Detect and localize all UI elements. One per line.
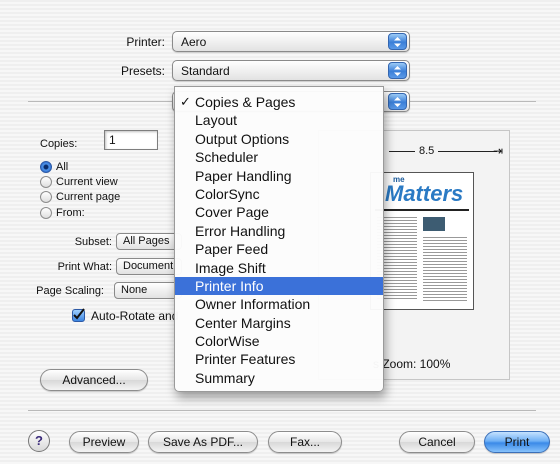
radio-current-view-label: Current view: [56, 176, 118, 188]
menu-item-label: Paper Handling: [195, 167, 292, 184]
menu-item-label: ColorWise: [195, 333, 260, 350]
newsletter-rule: [375, 209, 469, 211]
menu-item-layout[interactable]: Layout: [175, 111, 383, 129]
auto-rotate-checkbox[interactable]: [72, 308, 85, 322]
subset-popup[interactable]: All Pages: [116, 233, 182, 250]
radio-from[interactable]: [40, 207, 52, 219]
menu-item-scheduler[interactable]: Scheduler: [175, 148, 383, 166]
menu-item-label: Summary: [195, 369, 255, 386]
menu-item-colorwise[interactable]: ColorWise: [175, 332, 383, 350]
help-button[interactable]: ?: [28, 430, 50, 452]
save-as-pdf-button[interactable]: Save As PDF...: [148, 431, 258, 453]
subset-value: All Pages: [123, 235, 170, 247]
printer-label: Printer:: [126, 35, 165, 49]
print-what-popup[interactable]: Document: [116, 258, 182, 275]
menu-item-cover-page[interactable]: Cover Page: [175, 203, 383, 221]
radio-current-view[interactable]: [40, 176, 52, 188]
newsletter-text-block: [423, 235, 467, 301]
printer-popup[interactable]: Aero: [172, 31, 410, 52]
menu-item-label: Printer Info: [195, 277, 264, 294]
page-scaling-label: Page Scaling:: [36, 285, 104, 297]
menu-item-printer-features[interactable]: Printer Features: [175, 350, 383, 368]
newsletter-image: [423, 217, 445, 231]
menu-item-colorsync[interactable]: ColorSync: [175, 185, 383, 203]
radio-from-label: From:: [56, 207, 85, 219]
stepper-icon: [388, 93, 407, 110]
stepper-icon: [388, 33, 407, 50]
printer-value: Aero: [181, 35, 207, 49]
copies-label: Copies:: [40, 138, 78, 150]
menu-item-paper-feed[interactable]: Paper Feed: [175, 240, 383, 258]
menu-item-image-shift[interactable]: Image Shift: [175, 259, 383, 277]
panel-menu[interactable]: ✓ Copies & Pages Layout Output Options Sc…: [174, 86, 384, 392]
presets-popup[interactable]: Standard: [172, 60, 410, 81]
width-label: 8.5: [415, 145, 439, 157]
menu-item-output-options[interactable]: Output Options: [175, 130, 383, 148]
menu-item-label: Paper Feed: [195, 241, 269, 258]
presets-value: Standard: [181, 64, 230, 78]
menu-item-error-handling[interactable]: Error Handling: [175, 222, 383, 240]
fax-button[interactable]: Fax...: [268, 431, 342, 453]
radio-all[interactable]: [40, 161, 52, 173]
print-what-label: Print What:: [57, 261, 112, 273]
menu-item-label: Scheduler: [195, 149, 259, 166]
menu-item-label: Printer Features: [195, 351, 296, 368]
checkmark-icon: ✓: [180, 94, 191, 109]
radio-all-label: All: [56, 161, 69, 173]
print-what-value: Document: [123, 260, 174, 272]
print-button[interactable]: Print: [484, 431, 550, 453]
auto-rotate-label: Auto-Rotate and: [91, 309, 179, 323]
width-arrow: [389, 151, 497, 152]
newsletter-brand: Matters: [385, 181, 464, 206]
preview-button[interactable]: Preview: [69, 431, 139, 453]
menu-item-label: Layout: [195, 112, 238, 129]
radio-current-page[interactable]: [40, 191, 52, 203]
bottom-separator: [28, 410, 536, 411]
menu-item-label: Output Options: [195, 130, 290, 147]
page-scaling-popup[interactable]: None: [114, 282, 182, 299]
menu-item-label: Cover Page: [195, 204, 269, 221]
subset-label: Subset:: [74, 236, 112, 248]
menu-item-label: Error Handling: [195, 222, 286, 239]
menu-item-label: Copies & Pages: [195, 94, 296, 110]
zoom-label: s Zoom: 100%: [373, 357, 451, 371]
menu-item-printer-info[interactable]: Printer Info: [175, 276, 383, 296]
menu-item-summary[interactable]: Summary: [175, 369, 383, 387]
page-scaling-value: None: [121, 284, 148, 296]
stepper-icon: [388, 62, 407, 79]
menu-item-owner-information[interactable]: Owner Information: [175, 295, 383, 313]
menu-item-center-margins[interactable]: Center Margins: [175, 314, 383, 332]
preview-page: me Matters: [370, 172, 474, 310]
menu-item-paper-handling[interactable]: Paper Handling: [175, 167, 383, 185]
menu-item-label: Center Margins: [195, 314, 291, 331]
advanced-button[interactable]: Advanced...: [40, 369, 148, 391]
checkmark-icon: [73, 308, 85, 320]
arrow-right-icon: ⇥: [493, 144, 504, 158]
menu-item-label: ColorSync: [195, 185, 260, 202]
radio-current-page-label: Current page: [56, 191, 121, 203]
menu-item-copies-pages[interactable]: ✓ Copies & Pages: [175, 93, 383, 111]
menu-item-label: Image Shift: [195, 259, 266, 276]
presets-label: Presets:: [120, 64, 165, 78]
cancel-button[interactable]: Cancel: [399, 431, 475, 453]
menu-item-label: Owner Information: [195, 296, 311, 313]
copies-input[interactable]: 1: [104, 130, 158, 150]
copies-value: 1: [109, 133, 116, 147]
